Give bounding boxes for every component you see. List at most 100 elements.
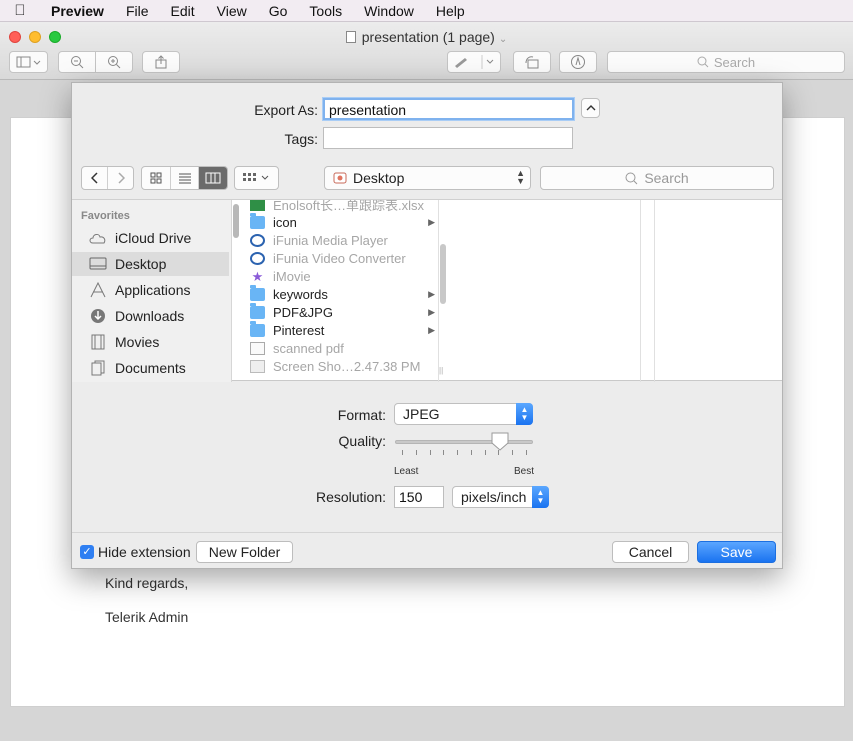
menu-tools[interactable]: Tools [298, 3, 353, 19]
zoom-in-icon [108, 56, 121, 69]
menu-go[interactable]: Go [258, 3, 299, 19]
sidebar-item-movies[interactable]: Movies [72, 330, 230, 354]
toolbar-search-field[interactable]: Search [607, 51, 845, 73]
menu-view[interactable]: View [206, 3, 258, 19]
video-converter-icon [250, 251, 265, 265]
icon-view-button[interactable] [142, 167, 171, 189]
sidebar-item-desktop[interactable]: Desktop [72, 252, 229, 276]
sidebar-item-label: Desktop [115, 256, 167, 272]
sidebar-item-downloads[interactable]: Downloads [72, 304, 230, 328]
quality-least-label: Least [394, 466, 419, 477]
view-mode-control [141, 166, 228, 190]
list-view-button[interactable] [171, 167, 200, 189]
folder-item[interactable]: keywords ▶ [250, 284, 438, 303]
list-icon [178, 173, 191, 184]
resolution-field[interactable]: 150 [394, 486, 444, 508]
slider-tick [526, 450, 527, 455]
export-dialog: Export As: presentation Tags: Desktop ▲ ▼… [71, 82, 783, 569]
document-text-line: Telerik Admin [105, 609, 189, 625]
markup-pen-button[interactable] [447, 51, 501, 73]
favorites-sidebar: Favorites iCloud Drive Desktop Applicati… [72, 200, 232, 382]
menu-help[interactable]: Help [425, 3, 476, 19]
menu-edit[interactable]: Edit [160, 3, 206, 19]
folder-icon [250, 320, 265, 337]
folder-item[interactable]: Pinterest ▶ [250, 320, 438, 339]
quality-label: Quality: [338, 433, 386, 449]
slider-tick [512, 450, 514, 455]
back-button[interactable] [82, 167, 108, 189]
sidebar-item-label: Movies [115, 334, 160, 350]
zoom-out-icon [71, 56, 84, 69]
slider-tick [498, 450, 500, 455]
folder-item[interactable]: PDF&JPG ▶ [250, 302, 438, 321]
window-title-text: presentation (1 page) [361, 29, 495, 45]
file-item[interactable]: scanned pdf [250, 339, 438, 357]
location-popup[interactable]: Desktop ▲ ▼ [324, 166, 531, 190]
file-item[interactable]: iFunia Video Converter [250, 249, 438, 267]
sidebar-scrollbar[interactable] [233, 204, 239, 238]
format-popup[interactable]: JPEG ▲ ▼ [394, 403, 533, 425]
sidebar-toggle-button[interactable] [9, 51, 48, 73]
sidebar-item-documents[interactable]: Documents [72, 356, 230, 380]
file-item[interactable]: Screen Sho…2.47.38 PM [250, 357, 438, 375]
rotate-button[interactable] [513, 51, 551, 73]
window-title[interactable]: presentation (1 page) ⌄ [0, 29, 853, 45]
disclosure-arrow-icon: ▶ [428, 216, 435, 227]
file-item[interactable]: iFunia Media Player [250, 231, 438, 249]
forward-button[interactable] [108, 167, 133, 189]
menu-preview[interactable]: Preview [40, 3, 115, 19]
file-name: PDF&JPG [273, 304, 333, 320]
apple-logo-icon[interactable]:  [0, 2, 40, 19]
disclosure-arrow-icon: ▶ [428, 324, 435, 335]
file-name: icon [273, 214, 297, 230]
slider-tick [402, 450, 403, 455]
columns-icon [205, 172, 221, 184]
file-browser: Favorites iCloud Drive Desktop Applicati… [72, 199, 782, 382]
search-icon [625, 172, 638, 184]
screenshot-file-icon [250, 359, 265, 373]
document-icon [345, 31, 356, 43]
column-scrollbar[interactable] [440, 244, 446, 304]
arrange-grid-icon [242, 173, 268, 181]
documents-icon [89, 360, 107, 376]
slider-tick [457, 450, 459, 455]
quality-slider-knob[interactable] [491, 432, 509, 451]
column-view-button[interactable] [199, 167, 227, 189]
resolution-unit-popup[interactable]: pixels/inch ▲ ▼ [452, 486, 549, 508]
chevron-down-icon: ⌄ [498, 34, 508, 45]
expand-collapse-button[interactable] [581, 98, 600, 118]
markup-toolbar-button[interactable] [559, 51, 597, 73]
new-folder-button[interactable]: New Folder [196, 541, 293, 563]
export-as-label: Export As: [254, 102, 318, 118]
dialog-search-field[interactable]: Search [540, 166, 774, 190]
file-item[interactable]: Enolsoft长…单跟踪表.xlsx [250, 200, 438, 213]
tags-field[interactable] [323, 127, 573, 149]
menu-file[interactable]: File [115, 3, 160, 19]
markup-icon [571, 55, 585, 69]
file-name: Screen Sho…2.47.38 PM [273, 358, 421, 374]
folder-item[interactable]: icon ▶ [250, 212, 438, 231]
zoom-out-button[interactable] [58, 51, 96, 73]
sidebar-item-icloud-drive[interactable]: iCloud Drive [72, 226, 230, 250]
arrange-button[interactable] [234, 166, 279, 190]
share-button[interactable] [142, 51, 180, 73]
column-resize-handle[interactable]: || [439, 366, 443, 375]
file-item[interactable]: ★ iMovie [250, 267, 438, 285]
export-as-field[interactable]: presentation [323, 98, 574, 120]
sidebar-item-applications[interactable]: Applications [72, 278, 230, 302]
file-name: keywords [273, 286, 328, 302]
popup-arrows-icon: ▲ ▼ [516, 403, 533, 425]
zoom-in-button[interactable] [95, 51, 133, 73]
movies-icon [89, 334, 107, 350]
hide-extension-checkbox[interactable]: ✓ [80, 545, 94, 559]
popup-arrows-icon: ▲ ▼ [516, 168, 525, 186]
empty-column [449, 200, 641, 382]
imovie-star-icon: ★ [251, 268, 264, 284]
desktop-icon [89, 256, 107, 272]
cancel-button[interactable]: Cancel [612, 541, 689, 563]
save-button[interactable]: Save [697, 541, 776, 563]
resolution-label: Resolution: [315, 489, 386, 505]
quality-slider-track[interactable] [395, 440, 533, 444]
menu-window[interactable]: Window [353, 3, 425, 19]
sidebar-item-label: Applications [115, 282, 191, 298]
